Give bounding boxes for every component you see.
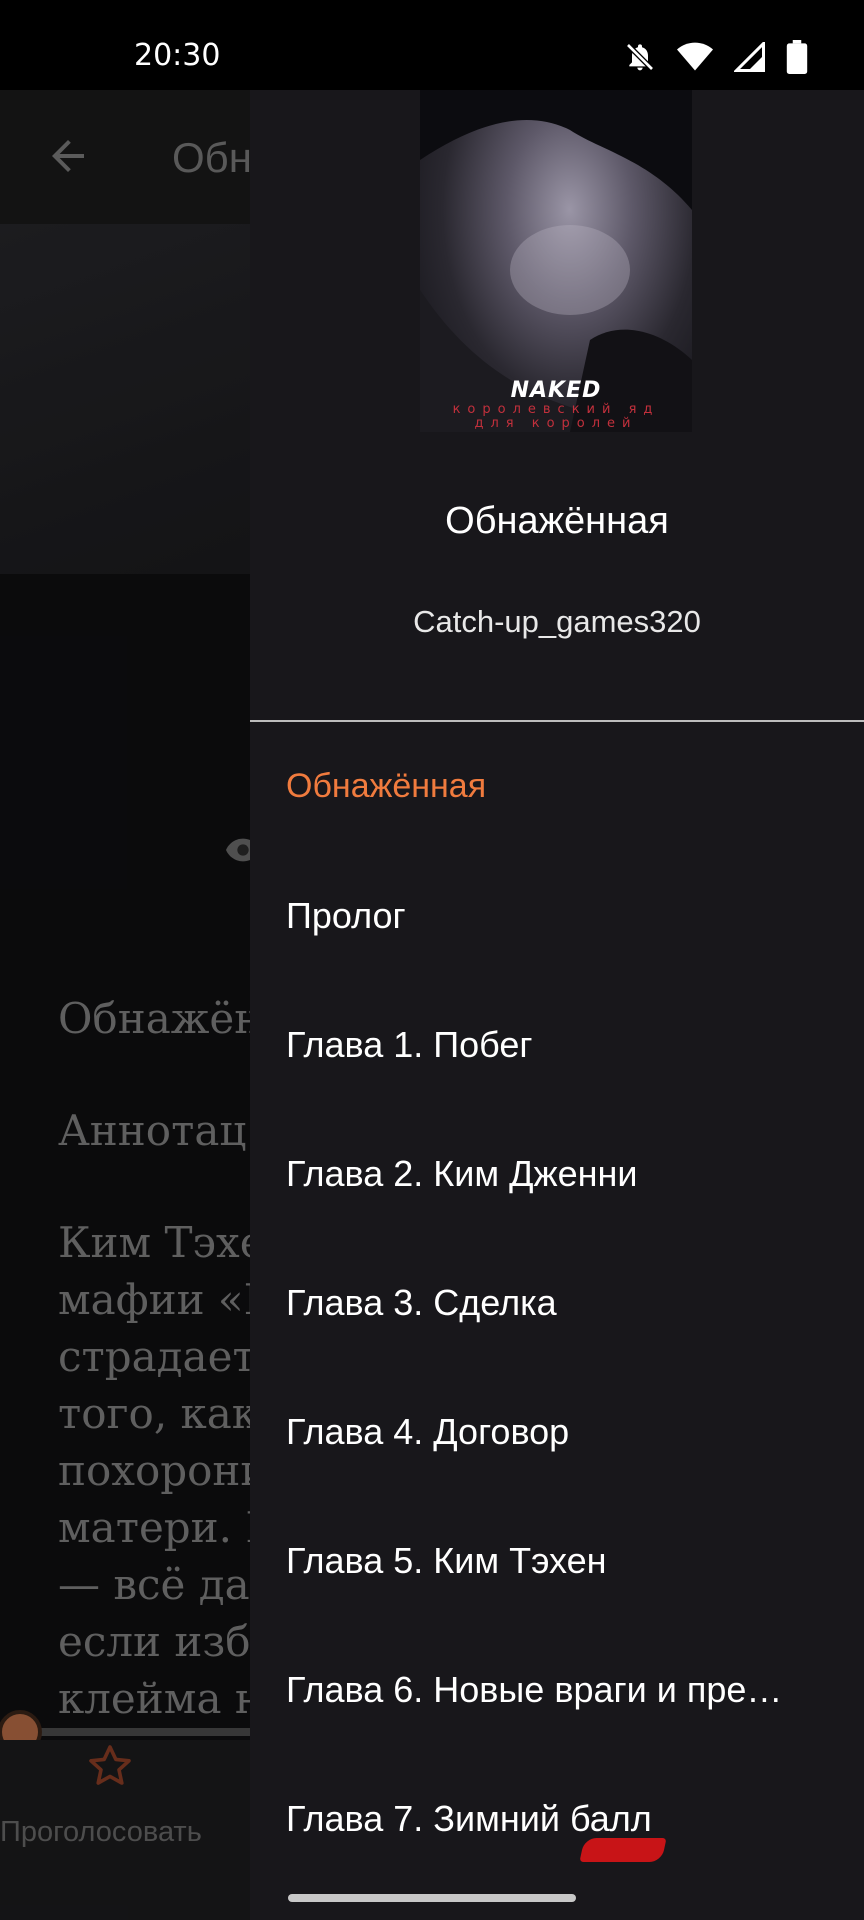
wifi-icon [676, 42, 714, 77]
book-title: Обнажённая [445, 500, 669, 542]
toc-item-current[interactable]: Обнажённая [250, 722, 864, 851]
status-time: 20:30 [134, 38, 221, 73]
table-of-contents: Обнажённая Пролог Глава 1. Побег Глава 2… [250, 722, 864, 1883]
signal-icon [732, 39, 766, 77]
author-name[interactable]: Catch-up_games320 [250, 604, 864, 640]
book-cover: NAKED королевский яд для королей [420, 90, 692, 432]
toc-item[interactable]: Глава 7. Зимний балл [250, 1754, 864, 1883]
chapter-drawer: NAKED королевский яд для королей Обнажён… [250, 90, 864, 1920]
toc-item[interactable]: Глава 4. Договор [250, 1367, 864, 1496]
status-icons [624, 39, 808, 79]
battery-icon [786, 40, 808, 79]
status-bar: 20:30 [0, 0, 864, 90]
cover-subtitle: королевский яд [452, 402, 660, 417]
gesture-nav-handle[interactable] [288, 1894, 576, 1902]
toc-item[interactable]: Глава 5. Ким Тэхен [250, 1496, 864, 1625]
cover-subtitle: для королей [474, 416, 638, 431]
toc-item[interactable]: Глава 1. Побег [250, 980, 864, 1109]
cover-title: NAKED [510, 378, 602, 403]
toc-item[interactable]: Пролог [250, 851, 864, 980]
bell-off-icon [624, 41, 656, 78]
red-marker [579, 1838, 667, 1862]
toc-item[interactable]: Глава 2. Ким Дженни [250, 1109, 864, 1238]
toc-item[interactable]: Глава 6. Новые враги и пре… [250, 1625, 864, 1754]
toc-item[interactable]: Глава 3. Сделка [250, 1238, 864, 1367]
